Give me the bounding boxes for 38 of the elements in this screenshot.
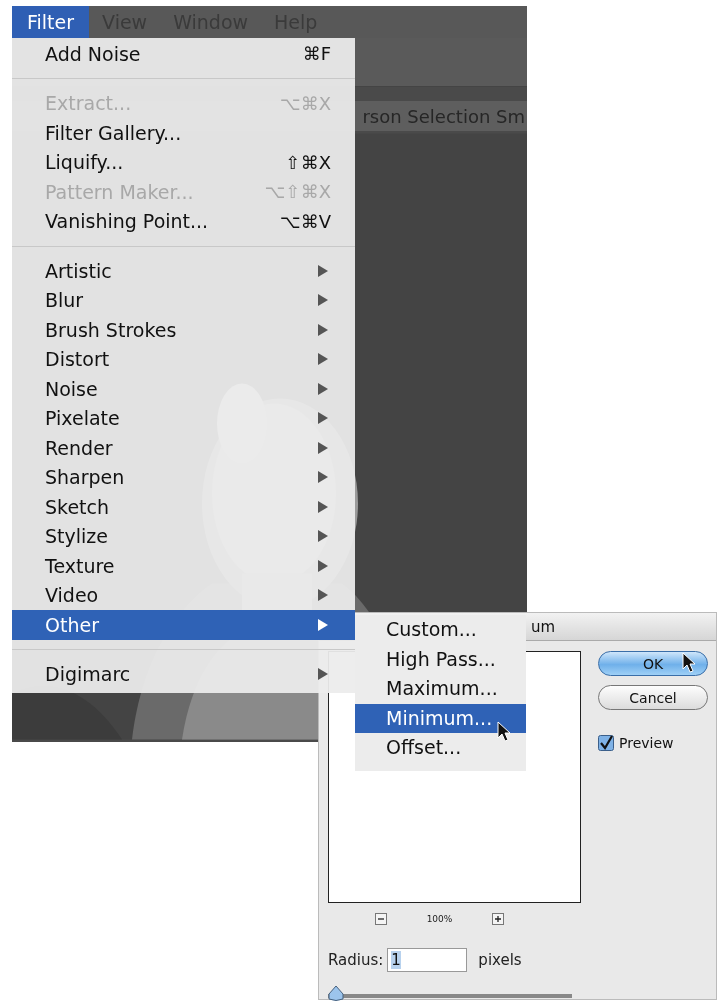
menu-item[interactable]: Minimum... [355, 703, 526, 733]
field-label: Radius: [328, 951, 384, 969]
shortcut-label: ⌥⇧⌘X [264, 181, 331, 203]
menu-item[interactable]: Blur [12, 285, 355, 315]
menu-item[interactable]: Noise [12, 374, 355, 404]
menu-item[interactable]: Offset... [355, 733, 526, 763]
menu-item[interactable]: Liquify... ⇧⌘X [12, 147, 355, 177]
menu-item[interactable]: Pixelate [12, 403, 355, 433]
menu-item[interactable]: Add Noise ⌘F [12, 39, 355, 69]
menu-item[interactable]: Custom... [355, 615, 526, 645]
document-title: rson Selection Sm [362, 105, 525, 127]
dialog-button[interactable]: OK [598, 651, 708, 676]
radius-field[interactable]: 1 [387, 948, 468, 972]
shortcut-label: ⌥⌘X [279, 92, 331, 114]
shortcut-label: ⌥⌘V [279, 210, 331, 232]
menu-item[interactable]: Vanishing Point... ⌥⌘V [12, 206, 355, 236]
menu-item[interactable]: Distort [12, 344, 355, 374]
zoom-level: 100% [426, 914, 453, 924]
window-title: um [531, 617, 556, 636]
menu-item[interactable]: Sketch [12, 492, 355, 522]
menu-item[interactable]: High Pass... [355, 644, 526, 674]
menu-item[interactable]: Texture [12, 551, 355, 581]
menu-item[interactable]: Other [12, 610, 355, 640]
menu-item[interactable]: Render [12, 433, 355, 463]
dialog-button[interactable]: Cancel [598, 685, 708, 710]
menu-item[interactable]: Brush Strokes [12, 315, 355, 345]
checkbox-label: Preview [619, 735, 674, 751]
menu-item[interactable]: Filter Gallery... [12, 118, 355, 148]
menu-item[interactable]: Artistic [12, 256, 355, 286]
menu-item[interactable]: Sharpen [12, 462, 355, 492]
menu-title[interactable]: Filter [12, 6, 90, 38]
menu-item[interactable]: Digimarc [12, 659, 355, 689]
shortcut-label: ⌘F [302, 43, 331, 65]
menu-item[interactable]: Stylize [12, 521, 355, 551]
shortcut-label: ⇧⌘X [285, 151, 331, 173]
menu-item[interactable]: Maximum... [355, 674, 526, 704]
menu-item[interactable]: Video [12, 580, 355, 610]
unit-label: pixels [478, 951, 522, 969]
